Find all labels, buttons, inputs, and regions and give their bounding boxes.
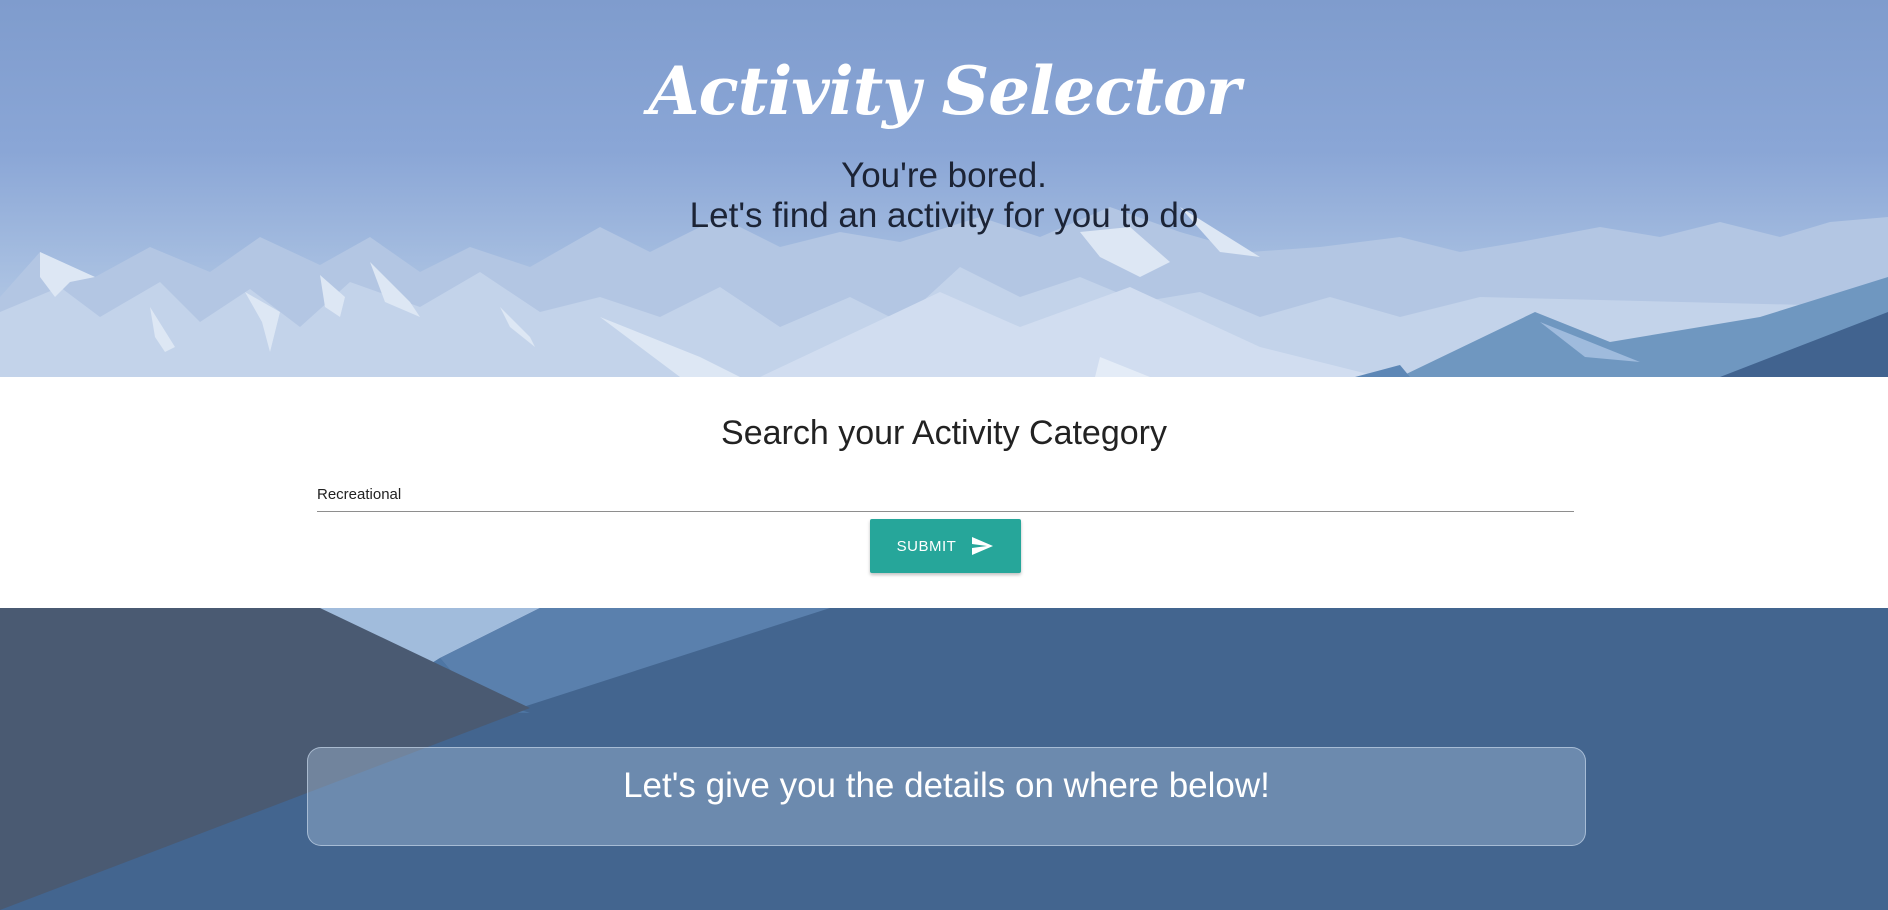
send-icon [972, 537, 994, 555]
details-message-box: Let's give you the details on where belo… [307, 747, 1586, 846]
submit-button[interactable]: SUBMIT [870, 519, 1021, 573]
subtitle-line-1: You're bored. [841, 156, 1047, 195]
search-heading: Search your Activity Category [721, 414, 1167, 452]
submit-label: SUBMIT [896, 537, 957, 555]
page-title: Activity Selector [648, 52, 1240, 130]
subtitle-line-2: Let's find an activity for you to do [689, 196, 1199, 235]
details-section: Let's give you the details on where belo… [0, 608, 1888, 910]
hero-banner: Activity Selector You're bored. Let's fi… [0, 0, 1888, 377]
details-message: Let's give you the details on where belo… [623, 766, 1270, 805]
search-section: Search your Activity Category SUBMIT [0, 377, 1888, 608]
activity-category-input[interactable] [317, 477, 1574, 512]
